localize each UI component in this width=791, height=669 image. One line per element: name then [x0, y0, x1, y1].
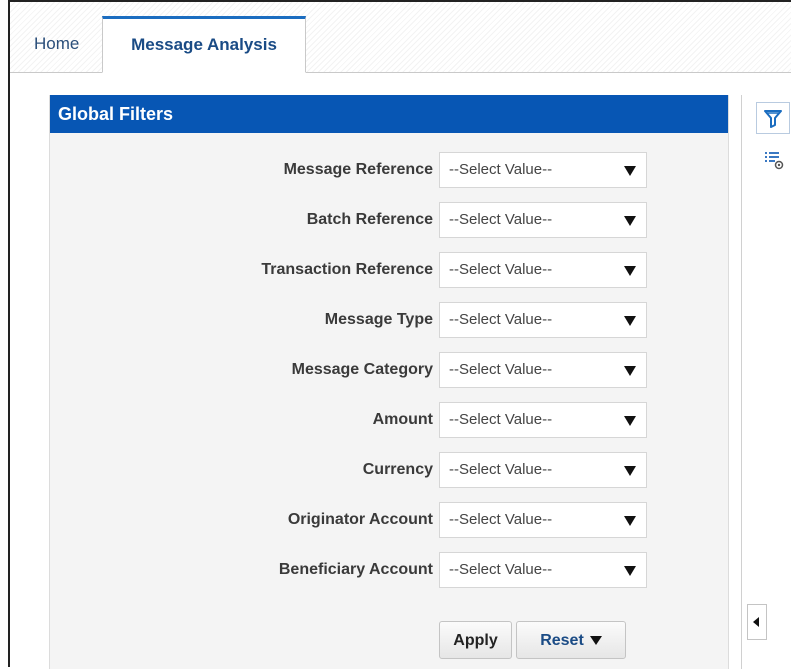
- tab-home[interactable]: Home: [24, 16, 89, 72]
- tab-bar: Home Message Analysis: [10, 2, 791, 73]
- list-settings-glyph: [765, 152, 784, 170]
- filter-row-originator-account: Originator Account --Select Value--: [50, 502, 650, 538]
- dropdown-arrow-icon: [624, 416, 636, 426]
- select-value: --Select Value--: [449, 461, 553, 478]
- select-value: --Select Value--: [449, 361, 553, 378]
- beneficiary-account-select[interactable]: --Select Value--: [439, 552, 647, 588]
- currency-select[interactable]: --Select Value--: [439, 452, 647, 488]
- app-frame: Home Message Analysis Global Filters Mes…: [8, 0, 791, 669]
- tab-message-analysis[interactable]: Message Analysis: [102, 16, 306, 73]
- filter-label: Batch Reference: [306, 211, 433, 228]
- collapse-left-icon[interactable]: [747, 604, 767, 640]
- message-reference-select[interactable]: --Select Value--: [439, 152, 647, 188]
- global-filters-panel: Global Filters Message Reference --Selec…: [49, 95, 729, 669]
- filter-label: Currency: [362, 461, 433, 478]
- filter-label: Originator Account: [287, 511, 433, 528]
- filter-row-message-category: Message Category --Select Value--: [50, 352, 650, 388]
- transaction-reference-select[interactable]: --Select Value--: [439, 252, 647, 288]
- dropdown-arrow-icon: [624, 216, 636, 226]
- originator-account-select[interactable]: --Select Value--: [439, 502, 647, 538]
- filter-label: Message Category: [291, 361, 433, 378]
- batch-reference-select[interactable]: --Select Value--: [439, 202, 647, 238]
- reset-button[interactable]: Reset: [516, 621, 626, 659]
- dropdown-arrow-icon: [624, 516, 636, 526]
- select-value: --Select Value--: [449, 561, 553, 578]
- panel-title: Global Filters: [50, 95, 728, 133]
- select-value: --Select Value--: [449, 511, 553, 528]
- apply-button[interactable]: Apply: [439, 621, 512, 659]
- filter-row-message-type: Message Type --Select Value--: [50, 302, 650, 338]
- filter-row-amount: Amount --Select Value--: [50, 402, 650, 438]
- dropdown-arrow-icon: [624, 466, 636, 476]
- triangle-left-icon: [753, 617, 759, 627]
- filter-icon[interactable]: [756, 102, 790, 134]
- reset-label: Reset: [540, 632, 584, 649]
- filter-label: Message Reference: [283, 161, 433, 178]
- filter-row-batch-reference: Batch Reference --Select Value--: [50, 202, 650, 238]
- message-category-select[interactable]: --Select Value--: [439, 352, 647, 388]
- select-value: --Select Value--: [449, 161, 553, 178]
- filter-row-currency: Currency --Select Value--: [50, 452, 650, 488]
- panel-divider: [741, 95, 742, 669]
- amount-select[interactable]: --Select Value--: [439, 402, 647, 438]
- filter-icon-glyph: [764, 110, 782, 128]
- chevron-down-icon: [589, 636, 602, 646]
- select-value: --Select Value--: [449, 411, 553, 428]
- filter-label: Message Type: [324, 311, 433, 328]
- filter-row-message-reference: Message Reference --Select Value--: [50, 152, 650, 188]
- filter-label: Transaction Reference: [261, 261, 433, 278]
- dropdown-arrow-icon: [624, 366, 636, 376]
- filter-label: Amount: [372, 411, 433, 428]
- filter-label: Beneficiary Account: [278, 561, 433, 578]
- dropdown-arrow-icon: [624, 166, 636, 176]
- dropdown-arrow-icon: [624, 316, 636, 326]
- filter-row-beneficiary-account: Beneficiary Account --Select Value--: [50, 552, 650, 588]
- select-value: --Select Value--: [449, 261, 553, 278]
- list-settings-icon[interactable]: [762, 148, 786, 172]
- message-type-select[interactable]: --Select Value--: [439, 302, 647, 338]
- dropdown-arrow-icon: [624, 566, 636, 576]
- select-value: --Select Value--: [449, 211, 553, 228]
- select-value: --Select Value--: [449, 311, 553, 328]
- filter-row-transaction-reference: Transaction Reference --Select Value--: [50, 252, 650, 288]
- dropdown-arrow-icon: [624, 266, 636, 276]
